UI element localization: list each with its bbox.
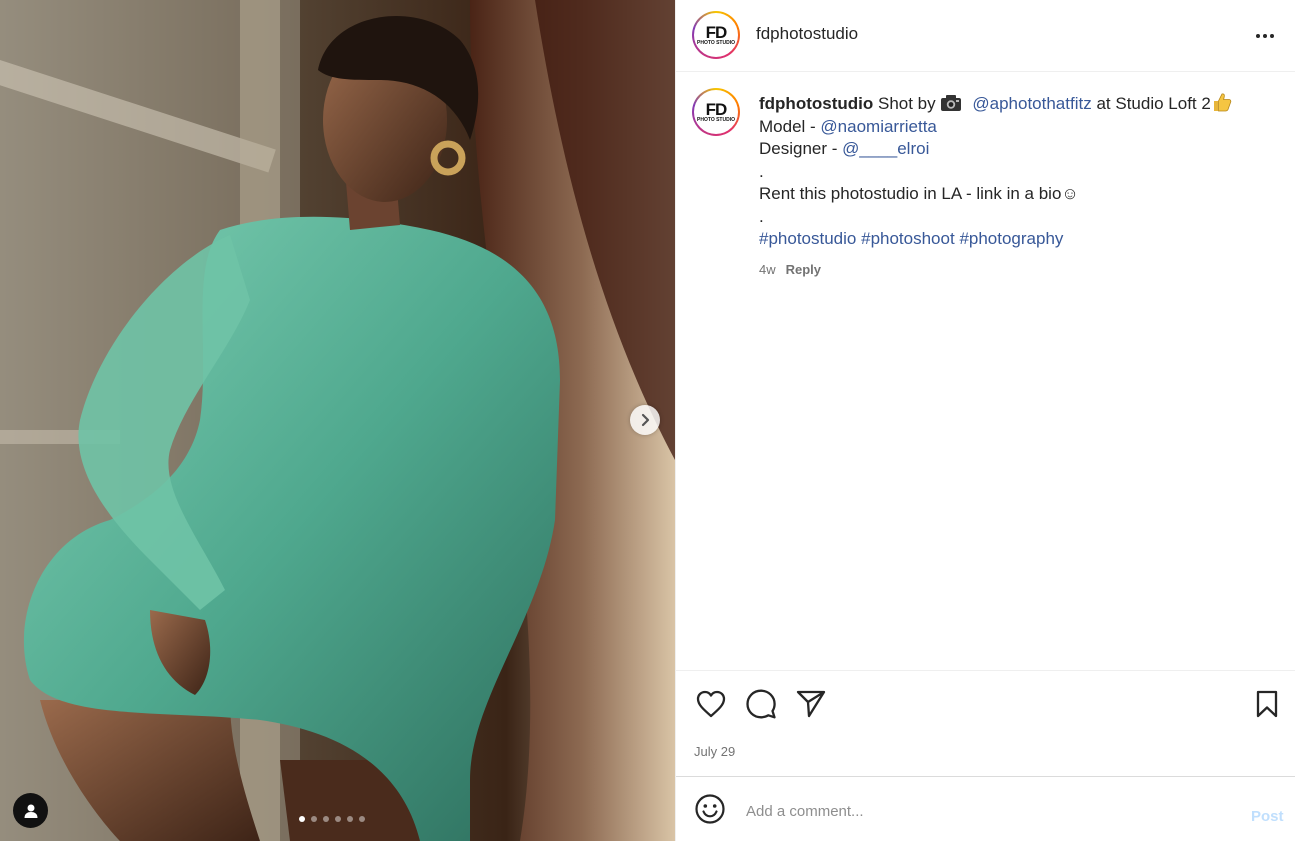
caption-meta: 4w Reply: [759, 259, 1279, 282]
comment-button[interactable]: [744, 687, 778, 721]
caption-avatar[interactable]: FD PHOTO STUDIO: [692, 88, 740, 136]
post-comment-button[interactable]: Post: [1251, 808, 1284, 825]
post-photo: [0, 0, 675, 841]
hashtag-link[interactable]: #photography: [959, 229, 1063, 248]
post-age: 4w: [759, 261, 776, 277]
thumbs-up-icon: [1213, 93, 1232, 112]
reply-button[interactable]: Reply: [786, 259, 821, 282]
caption-separator: .: [759, 161, 764, 181]
carousel-next-button[interactable]: [630, 405, 660, 435]
post-date: July 29: [694, 744, 736, 759]
caption-line-designer: Designer - @____elroi: [759, 138, 1279, 161]
header-username[interactable]: fdphotostudio: [756, 24, 858, 44]
bookmark-icon: [1256, 690, 1278, 718]
brand-logo: FD PHOTO STUDIO: [694, 90, 738, 134]
share-button[interactable]: [794, 687, 828, 721]
carousel-dot: [335, 816, 341, 822]
carousel-indicator: [299, 816, 365, 822]
caption-rent-text: Rent this photostudio in LA - link in a …: [759, 184, 1079, 203]
avatar[interactable]: FD PHOTO STUDIO: [692, 11, 740, 59]
caption-separator: .: [759, 206, 764, 226]
tagged-users-button[interactable]: [13, 793, 48, 828]
hashtag-link[interactable]: #photostudio: [759, 229, 856, 248]
caption-line-1: fdphotostudio Shot by @aphotothatfitz at…: [759, 92, 1279, 116]
carousel-dot: [311, 816, 317, 822]
paper-plane-icon: [796, 690, 826, 718]
more-options-button[interactable]: [1253, 26, 1277, 46]
comment-bubble-icon: [746, 689, 776, 719]
caption-body: fdphotostudio Shot by @aphotothatfitz at…: [759, 92, 1279, 281]
hashtag-link[interactable]: #photoshoot: [861, 229, 955, 248]
save-button[interactable]: [1250, 687, 1284, 721]
designer-link[interactable]: @____elroi: [842, 139, 929, 158]
comment-input[interactable]: [746, 798, 1216, 824]
caption-location: at Studio Loft 2: [1096, 94, 1211, 113]
like-button[interactable]: [694, 687, 728, 721]
camera-icon: [940, 95, 961, 111]
more-dot-icon: [1270, 34, 1274, 38]
caption-shot-by: Shot by: [877, 94, 936, 113]
logo-text: FD: [705, 23, 728, 42]
post-header: FD PHOTO STUDIO fdphotostudio: [676, 0, 1295, 72]
smiley-icon: [695, 794, 725, 824]
logo-subtext: PHOTO STUDIO: [697, 117, 735, 123]
emoji-button[interactable]: [694, 793, 726, 825]
caption-line-model: Model - @naomiarrietta: [759, 116, 1279, 139]
more-dot-icon: [1256, 34, 1260, 38]
brand-logo: FD PHOTO STUDIO: [694, 13, 738, 57]
model-label: Model -: [759, 116, 816, 136]
heart-icon: [696, 690, 726, 718]
designer-label: Designer -: [759, 139, 838, 158]
caption-hashtags: #photostudio #photoshoot #photography: [759, 228, 1279, 251]
add-comment-bar: Post: [676, 778, 1295, 841]
photographer-link[interactable]: @aphotothatfitz: [972, 94, 1091, 113]
user-tag-icon: [24, 804, 37, 818]
logo-text: FD: [705, 100, 728, 119]
post-actions: July 29: [676, 670, 1295, 777]
logo-subtext: PHOTO STUDIO: [697, 40, 735, 46]
carousel-dot: [299, 816, 305, 822]
carousel-dot: [323, 816, 329, 822]
post-details-panel: FD PHOTO STUDIO fdphotostudio FD PHOTO S…: [675, 0, 1295, 841]
caption-username[interactable]: fdphotostudio: [759, 94, 873, 113]
more-dot-icon: [1263, 34, 1267, 38]
carousel-dot: [347, 816, 353, 822]
model-link[interactable]: @naomiarrietta: [820, 117, 936, 136]
chevron-right-icon: [641, 413, 650, 427]
carousel-dot: [359, 816, 365, 822]
post-media: [0, 0, 675, 841]
